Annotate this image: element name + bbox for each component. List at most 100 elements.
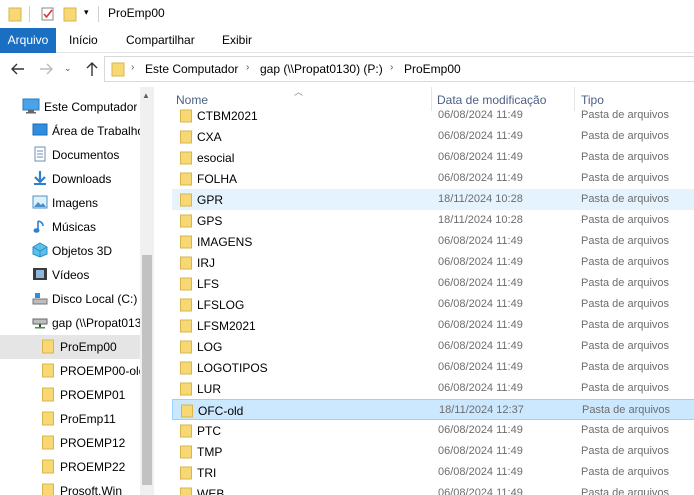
file-row[interactable]: PTC 06/08/2024 11:49 Pasta de arquivos: [172, 420, 694, 441]
file-row[interactable]: LOG 06/08/2024 11:49 Pasta de arquivos: [172, 336, 694, 357]
nav-item-proemp00[interactable]: ProEmp00: [0, 335, 140, 359]
nav-item-gap-network-drive[interactable]: gap (\\Propat013: [0, 311, 140, 335]
folder-icon[interactable]: [8, 6, 22, 22]
file-row[interactable]: LFSM2021 06/08/2024 11:49 Pasta de arquivo…: [172, 315, 694, 336]
nav-item-proemp22[interactable]: PROEMP22: [0, 455, 140, 479]
folder-icon: [180, 172, 192, 186]
computer-icon: [22, 98, 40, 114]
file-name: GPS: [197, 214, 223, 228]
file-type: Pasta de arquivos: [581, 361, 670, 373]
folder-icon: [42, 387, 54, 402]
file-name: FOLHA: [197, 172, 238, 186]
ribbon-tabs: Arquivo Início Compartilhar Exibir: [0, 28, 694, 53]
nav-item-musicas[interactable]: Músicas: [0, 215, 140, 239]
tab-exibir[interactable]: Exibir: [222, 28, 252, 53]
nav-item-este-computador[interactable]: Este Computador: [0, 95, 140, 119]
file-name: LUR: [197, 382, 222, 396]
file-row[interactable]: WEB 06/08/2024 11:49 Pasta de arquivos: [172, 483, 694, 495]
recent-locations-icon[interactable]: ⌄: [64, 63, 72, 74]
file-modified-date: 06/08/2024 11:49: [438, 235, 523, 247]
quick-access-dropdown-icon[interactable]: ▾: [84, 7, 89, 18]
nav-item-imagens[interactable]: Imagens: [0, 191, 140, 215]
folder-icon: [42, 411, 54, 426]
tab-compartilhar[interactable]: Compartilhar: [126, 28, 195, 53]
new-folder-icon[interactable]: [63, 6, 77, 22]
scroll-up-arrow-icon[interactable]: ▲: [142, 91, 150, 100]
file-modified-date: 06/08/2024 11:49: [438, 445, 523, 457]
nav-item-label: Prosoft.Win: [60, 484, 123, 495]
nav-scrollbar-thumb[interactable]: [142, 255, 152, 485]
file-row[interactable]: FOLHA 06/08/2024 11:49 Pasta de arquivos: [172, 168, 694, 189]
file-row[interactable]: TMP 06/08/2024 11:49 Pasta de arquivos: [172, 441, 694, 462]
file-type: Pasta de arquivos: [581, 277, 670, 289]
folder-icon: [180, 235, 192, 249]
file-type: Pasta de arquivos: [581, 424, 670, 436]
file-row[interactable]: IMAGENS 06/08/2024 11:49 Pasta de arquivos: [172, 231, 694, 252]
breadcrumb-gap-drive[interactable]: gap (\\Propat0130) (P:): [260, 62, 383, 76]
nav-item-documentos[interactable]: Documentos: [0, 143, 140, 167]
breadcrumb-proemp00[interactable]: ProEmp00: [404, 62, 461, 76]
nav-item-disco-local[interactable]: Disco Local (C:): [0, 287, 140, 311]
file-row[interactable]: esocial 06/08/2024 11:49 Pasta de arquivos: [172, 147, 694, 168]
file-modified-date: 06/08/2024 11:49: [438, 151, 523, 163]
file-row[interactable]: LFSLOG 06/08/2024 11:49 Pasta de arquivos: [172, 294, 694, 315]
file-row[interactable]: TRI 06/08/2024 11:49 Pasta de arquivos: [172, 462, 694, 483]
nav-item-label: PROEMP00-old: [60, 364, 140, 378]
folder-icon: [180, 466, 192, 480]
folder-icon: [180, 445, 192, 459]
folder-icon: [180, 298, 192, 312]
file-row[interactable]: IRJ 06/08/2024 11:49 Pasta de arquivos: [172, 252, 694, 273]
folder-icon: [180, 277, 192, 291]
nav-item-proemp11[interactable]: ProEmp11: [0, 407, 140, 431]
tab-arquivo[interactable]: Arquivo: [0, 28, 56, 53]
file-type: Pasta de arquivos: [581, 382, 670, 394]
file-type: Pasta de arquivos: [581, 109, 670, 121]
back-arrow-icon[interactable]: [8, 59, 28, 79]
folder-icon: [42, 459, 54, 474]
nav-item-proemp01[interactable]: PROEMP01: [0, 383, 140, 407]
file-name: esocial: [197, 151, 235, 165]
nav-item-videos[interactable]: Vídeos: [0, 263, 140, 287]
up-arrow-icon[interactable]: [82, 59, 102, 79]
file-row[interactable]: CXA 06/08/2024 11:49 Pasta de arquivos: [172, 126, 694, 147]
chevron-right-icon[interactable]: ›: [390, 62, 393, 73]
nav-item-area-de-trabalho[interactable]: Área de Trabalho: [0, 119, 140, 143]
file-name: IRJ: [197, 256, 215, 270]
file-row[interactable]: OFC-old 18/11/2024 12:37 Pasta de arquivos: [172, 399, 694, 420]
nav-item-prosoft-win[interactable]: Prosoft.Win: [0, 479, 140, 495]
file-modified-date: 06/08/2024 11:49: [438, 361, 523, 373]
folder-icon: [180, 319, 192, 333]
forward-arrow-icon[interactable]: [36, 59, 56, 79]
file-type: Pasta de arquivos: [581, 235, 670, 247]
folder-icon: [42, 339, 54, 354]
breadcrumb-este-computador[interactable]: Este Computador: [145, 62, 238, 76]
file-type: Pasta de arquivos: [581, 130, 670, 142]
file-row[interactable]: LOGOTIPOS 06/08/2024 11:49 Pasta de arquiv…: [172, 357, 694, 378]
tab-inicio[interactable]: Início: [69, 28, 98, 53]
folder-icon: [180, 340, 192, 354]
file-row[interactable]: LUR 06/08/2024 11:49 Pasta de arquivos: [172, 378, 694, 399]
chevron-right-icon[interactable]: ›: [131, 62, 134, 73]
properties-icon[interactable]: [40, 6, 56, 22]
nav-item-proemp12[interactable]: PROEMP12: [0, 431, 140, 455]
desktop-icon: [32, 123, 48, 136]
nav-item-downloads[interactable]: Downloads: [0, 167, 140, 191]
address-bar[interactable]: › Este Computador › gap (\\Propat0130) (…: [104, 56, 694, 82]
file-row[interactable]: CTBM2021 06/08/2024 11:49 Pasta de arquivo…: [172, 105, 694, 126]
nav-item-proemp00-old[interactable]: PROEMP00-old: [0, 359, 140, 383]
folder-icon: [180, 109, 192, 123]
folder-icon: [180, 256, 192, 270]
file-type: Pasta de arquivos: [581, 466, 670, 478]
nav-item-objetos-3d[interactable]: Objetos 3D: [0, 239, 140, 263]
chevron-right-icon[interactable]: ›: [246, 62, 249, 73]
file-row[interactable]: GPR 18/11/2024 10:28 Pasta de arquivos: [172, 189, 694, 210]
folder-icon: [181, 404, 193, 418]
file-row[interactable]: LFS 06/08/2024 11:49 Pasta de arquivos: [172, 273, 694, 294]
nav-item-label: Documentos: [52, 148, 120, 162]
pictures-icon: [32, 195, 48, 209]
network-drive-icon: [32, 318, 48, 329]
file-row[interactable]: GPS 18/11/2024 10:28 Pasta de arquivos: [172, 210, 694, 231]
file-type: Pasta de arquivos: [581, 256, 670, 268]
file-modified-date: 06/08/2024 11:49: [438, 340, 523, 352]
folder-icon: [111, 62, 125, 77]
